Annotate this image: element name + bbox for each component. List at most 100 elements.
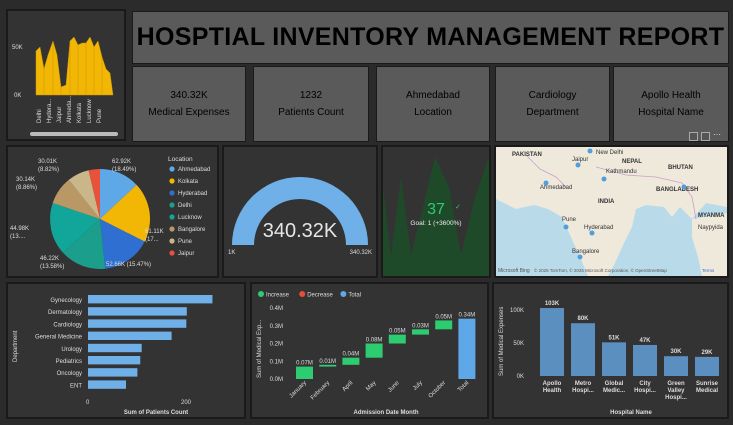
map-label: Naypyida (698, 225, 724, 231)
department-bar[interactable] (88, 331, 172, 340)
map-bubble-jaipur[interactable] (575, 162, 581, 168)
y-tick-label: 0.1M (270, 359, 283, 365)
department-bar[interactable] (88, 343, 142, 353)
card-label: Hospital Name (638, 107, 704, 118)
waterfall-bar[interactable] (365, 343, 383, 358)
pie-label: 61.11K (145, 229, 164, 235)
card-patients-count[interactable]: 1232 Patients Count (253, 66, 369, 142)
legend-item[interactable]: Lucknow (178, 215, 202, 221)
y-tick-label: ENT (70, 383, 82, 389)
hospital-y-ticks: 100K 50K 0K (510, 308, 524, 380)
legend-marker (169, 214, 175, 220)
legend-item[interactable]: Increase (266, 293, 290, 299)
hospital-bar[interactable] (633, 344, 657, 376)
department-bar-panel[interactable]: Department Sum of Patients Count 0 200 G… (6, 282, 246, 419)
pie-label: 30.14K (16, 177, 35, 183)
focus-mode-icon[interactable] (701, 132, 710, 141)
card-hospital-name[interactable]: Apollo Health Hospital Name (613, 66, 729, 142)
legend-item[interactable]: Delhi (178, 203, 192, 209)
department-bars: Gynecology Dermatology Cardiology General M… (35, 295, 213, 389)
hospital-bar[interactable] (664, 356, 688, 376)
legend-item[interactable]: Kolkata (178, 179, 199, 185)
y-tick-label: 100K (510, 308, 524, 314)
legend-item[interactable]: Hyderabad (178, 191, 207, 197)
department-bar[interactable] (88, 380, 126, 389)
filter-icon[interactable] (689, 132, 698, 141)
map-bubble-pune[interactable] (563, 224, 569, 230)
waterfall-bar[interactable] (342, 357, 360, 365)
x-tick-label: Global Medic... (603, 381, 625, 394)
pie-label: (13.... (10, 234, 26, 240)
map-terms-link[interactable]: Terms (702, 268, 715, 273)
hospital-bar[interactable] (695, 356, 719, 376)
waterfall-bar[interactable] (319, 364, 337, 367)
map-label: New Delhi (596, 150, 623, 156)
waterfall-bar[interactable] (412, 329, 429, 335)
map-bubble-delhi[interactable] (587, 148, 593, 154)
waterfall-panel[interactable]: Increase Decrease Total Sum of Medical Exp… (250, 282, 489, 419)
waterfall-bar[interactable] (296, 366, 313, 379)
department-bar[interactable] (88, 319, 187, 328)
hospital-bar[interactable] (540, 308, 564, 376)
pie-label: (8.86%) (16, 185, 37, 191)
gauge-value: 340.32K (263, 220, 338, 242)
legend-marker (169, 166, 175, 172)
x-tick-label: 0 (86, 400, 90, 406)
legend-item[interactable]: Pune (178, 239, 193, 245)
area-chart-svg: 50K 0K Delhi Hydera... Jaipur Ahmeda... … (12, 36, 118, 136)
hospital-bar[interactable] (571, 323, 595, 376)
card-label: Medical Expenses (148, 107, 230, 118)
area-series (35, 36, 114, 96)
card-location[interactable]: Ahmedabad Location (376, 66, 490, 142)
department-bar[interactable] (88, 307, 187, 316)
waterfall-bar[interactable] (388, 334, 406, 344)
legend-item[interactable]: Bangalore (178, 227, 206, 233)
waterfall-bar[interactable] (435, 320, 453, 330)
map-svg[interactable]: PAKISTAN New Delhi Jaipur Kathmandu NEPA… (496, 147, 727, 276)
pie-chart-panel[interactable]: 62.92K (18.49%) 61.11K (17... 52.66K (15… (6, 145, 219, 278)
map-bubble-lucknow[interactable] (601, 176, 607, 182)
gauge-min: 1K (228, 250, 235, 256)
department-bar[interactable] (88, 368, 138, 377)
waterfall-bar[interactable] (458, 318, 476, 379)
data-label: 103K (545, 301, 560, 307)
legend-marker (340, 291, 347, 297)
department-bar[interactable] (88, 295, 213, 304)
y-tick-label: 50K (12, 45, 23, 51)
legend-item[interactable]: Total (348, 293, 361, 299)
map-panel[interactable]: PAKISTAN New Delhi Jaipur Kathmandu NEPA… (494, 145, 729, 278)
card-department[interactable]: Cardiology Department (495, 66, 610, 142)
map-bubble-bangalore[interactable] (577, 254, 583, 260)
map-bubble-hyderabad[interactable] (589, 230, 595, 236)
gauge-panel[interactable]: 340.32K 1K 340.32K (222, 145, 378, 278)
map-label: INDIA (598, 199, 615, 205)
map-label: Kathmandu (606, 169, 637, 175)
map-bubble-kolkata[interactable] (681, 184, 687, 190)
card-value: 340.32K (170, 90, 208, 101)
hospital-bar[interactable] (602, 342, 626, 376)
x-tick-label: Ahmeda... (67, 95, 73, 123)
area-chart-panel[interactable]: 50K 0K Delhi Hydera... Jaipur Ahmeda... … (6, 9, 126, 141)
department-bar[interactable] (88, 356, 141, 365)
legend-item[interactable]: Decrease (307, 293, 333, 299)
legend-item[interactable]: Jaipur (178, 251, 194, 257)
page-title: HOSPTIAL INVENTORY MANAGEMENT REPORT (136, 23, 725, 51)
legend-item[interactable]: Ahmedabad (178, 167, 210, 173)
x-tick-label: Kolkata (77, 102, 83, 123)
pie-label: (13.58%) (40, 264, 64, 270)
x-tick-label: Total (457, 380, 470, 393)
map-label: MYANMA (698, 213, 725, 219)
hospital-bars: 103K Apollo Health 80K Metro Hospi... 51K Globa… (540, 301, 719, 401)
hospital-bar-panel[interactable]: Sum of Medical Expenses Hospital Name 10… (492, 282, 729, 419)
x-tick-label: April (342, 380, 355, 393)
card-label: Location (414, 107, 452, 118)
y-tick-label: Dermatology (48, 310, 82, 316)
card-medical-expenses[interactable]: 340.32K Medical Expenses (132, 66, 246, 142)
x-tick-label: Apollo Health (543, 381, 562, 394)
horizontal-scrollbar[interactable] (30, 132, 118, 136)
visual-header-icons: ⋯ (689, 131, 731, 142)
map-bubble-ahmedabad[interactable] (543, 180, 549, 186)
kpi-panel[interactable]: 37 ✓ Goal: 1 (+3600%) (381, 145, 491, 278)
more-options-icon[interactable]: ⋯ (713, 131, 722, 141)
waterfall-y-ticks: 0.4M 0.3M 0.2M 0.1M 0.0M (270, 306, 283, 383)
